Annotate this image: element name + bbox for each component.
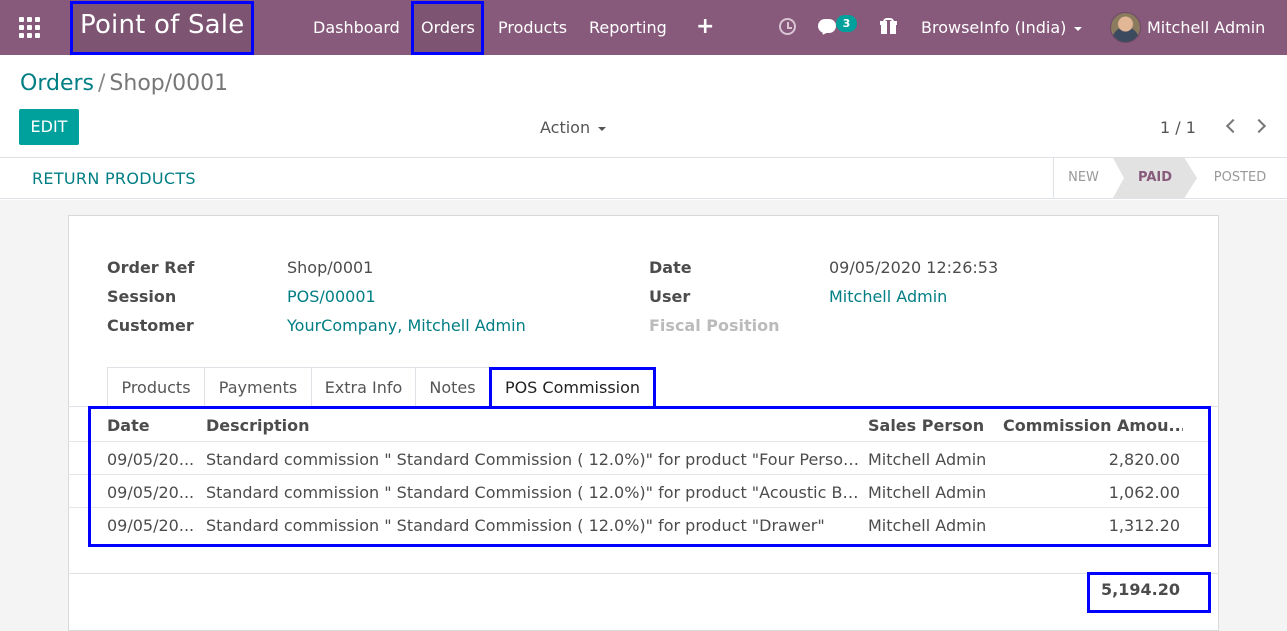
chevron-down-icon — [598, 126, 607, 131]
chat-icon[interactable] — [818, 19, 836, 33]
order-ref-value: Shop/0001 — [287, 258, 374, 277]
fiscal-position-label: Fiscal Position — [649, 316, 780, 335]
breadcrumb-current: Shop/0001 — [109, 71, 229, 96]
tab-extra-info[interactable]: Extra Info — [311, 367, 416, 407]
breadcrumb-separator: / — [97, 71, 106, 96]
action-dropdown[interactable]: Action — [540, 118, 607, 137]
customer-link[interactable]: YourCompany, Mitchell Admin — [287, 316, 526, 335]
date-value: 09/05/2020 12:26:53 — [829, 258, 999, 277]
user-link[interactable]: Mitchell Admin — [829, 287, 947, 306]
app-brand[interactable]: Point of Sale — [80, 10, 244, 40]
breadcrumb: Orders / Shop/0001 — [20, 71, 228, 96]
menu-reporting[interactable]: Reporting — [589, 0, 667, 55]
tab-pos-commission[interactable]: POS Commission — [489, 367, 656, 407]
pager-value[interactable]: 1 / 1 — [1160, 118, 1196, 137]
commission-table-highlight — [88, 406, 1211, 547]
tab-notes[interactable]: Notes — [415, 367, 490, 407]
tab-payments[interactable]: Payments — [204, 367, 312, 407]
message-count-badge: 3 — [836, 15, 857, 32]
chevron-left-icon[interactable] — [1225, 118, 1241, 134]
tab-products[interactable]: Products — [107, 367, 205, 407]
date-label: Date — [649, 258, 692, 277]
session-label: Session — [107, 287, 177, 306]
company-switcher[interactable]: BrowseInfo (India) — [921, 0, 1083, 55]
breadcrumb-orders[interactable]: Orders — [20, 71, 94, 96]
user-label: User — [649, 287, 691, 306]
edit-button[interactable]: EDIT — [19, 109, 79, 145]
order-ref-label: Order Ref — [107, 258, 195, 277]
status-bar: RETURN PRODUCTS NEW PAID POSTED — [0, 157, 1287, 199]
chevron-down-icon — [1074, 26, 1083, 31]
table-footer-divider — [68, 573, 1219, 574]
top-navbar: Point of Sale Dashboard Orders Products … — [0, 0, 1287, 55]
stage-paid[interactable]: PAID — [1113, 158, 1197, 198]
plus-icon[interactable]: + — [696, 14, 714, 39]
company-name: BrowseInfo (India) — [921, 18, 1067, 37]
user-menu[interactable]: Mitchell Admin — [1147, 0, 1265, 55]
stage-posted[interactable]: POSTED — [1200, 158, 1280, 198]
return-products-button[interactable]: RETURN PRODUCTS — [32, 169, 196, 188]
stage-new[interactable]: NEW — [1053, 158, 1113, 198]
gift-icon[interactable] — [880, 18, 897, 34]
clock-icon[interactable] — [779, 18, 796, 35]
menu-orders[interactable]: Orders — [421, 0, 475, 55]
session-link[interactable]: POS/00001 — [287, 287, 376, 306]
menu-products[interactable]: Products — [498, 0, 567, 55]
menu-dashboard[interactable]: Dashboard — [313, 0, 400, 55]
commission-total: 5,194.20 — [1101, 580, 1180, 599]
apps-grid-icon[interactable] — [19, 17, 41, 39]
customer-label: Customer — [107, 316, 194, 335]
chevron-right-icon[interactable] — [1251, 118, 1267, 134]
avatar[interactable] — [1110, 12, 1141, 43]
action-label: Action — [540, 118, 591, 137]
